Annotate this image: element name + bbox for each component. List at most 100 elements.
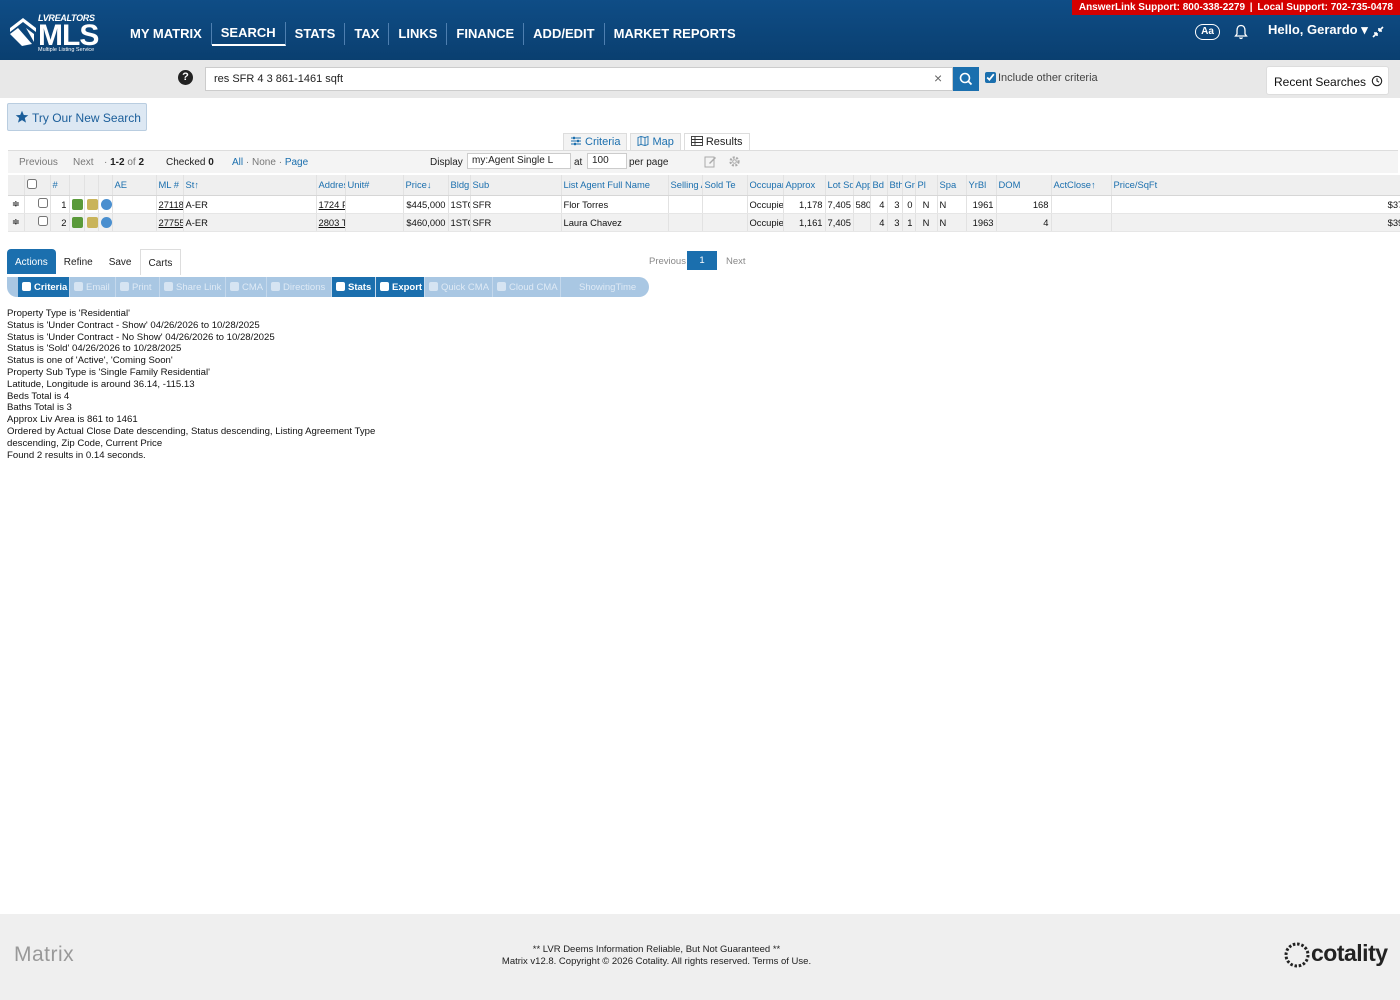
stats-button[interactable]: Stats	[332, 277, 376, 297]
col-occupancy[interactable]: Occupanc	[747, 175, 784, 196]
print-button[interactable]: Print	[116, 277, 160, 297]
nav-links[interactable]: LINKS	[389, 23, 448, 45]
row-checkbox-cell[interactable]	[24, 195, 51, 214]
recent-searches-button[interactable]: Recent Searches	[1266, 66, 1389, 95]
col-ml-number[interactable]: ML #	[156, 175, 184, 196]
col-ae[interactable]: AE	[112, 175, 157, 196]
ml-number-link[interactable]: 2775566	[156, 213, 184, 232]
row-price: $445,000	[403, 195, 449, 214]
criteria-action-button[interactable]: Criteria	[18, 277, 70, 297]
directions-button[interactable]: Directions	[267, 277, 332, 297]
per-page-select[interactable]: 100	[587, 153, 627, 169]
col-lot-sqft[interactable]: Lot Sqft	[825, 175, 854, 196]
photo-icon[interactable]	[69, 195, 85, 214]
col-address[interactable]: Address	[316, 175, 346, 196]
col-baths[interactable]: Bth	[887, 175, 903, 196]
col-status[interactable]: St↑	[183, 175, 317, 196]
select-none-link[interactable]: None	[252, 157, 276, 168]
col-price-sqft[interactable]: Price/SqFt	[1111, 175, 1400, 196]
select-all-checkbox[interactable]	[26, 178, 37, 189]
tab-criteria[interactable]: Criteria	[563, 133, 628, 150]
col-sold-terms[interactable]: Sold Te	[702, 175, 748, 196]
showingtime-button[interactable]: ShowingTime	[561, 277, 645, 297]
email-button[interactable]: Email	[70, 277, 116, 297]
collapse-icon[interactable]	[1370, 24, 1386, 40]
col-price[interactable]: Price↓	[403, 175, 449, 196]
try-new-search-button[interactable]: Try Our New Search	[7, 103, 147, 131]
star-icon	[15, 110, 29, 123]
col-number[interactable]: #	[50, 175, 70, 196]
col-bldg[interactable]: BldgDes	[448, 175, 471, 196]
footer-line-2[interactable]: Matrix v12.8. Copyright © 2026 Cotality.…	[400, 956, 913, 968]
nav-add-edit[interactable]: ADD/EDIT	[524, 23, 605, 45]
col-act-close[interactable]: ActClose↑	[1051, 175, 1112, 196]
drag-handle-icon[interactable]: ≑	[8, 213, 25, 232]
quick-search-input[interactable]	[205, 67, 953, 91]
help-icon[interactable]: ?	[178, 70, 193, 85]
row-number: 2	[50, 213, 70, 232]
ml-number-link[interactable]: 2711807	[156, 195, 184, 214]
nav-tax[interactable]: TAX	[345, 23, 390, 45]
col-unit[interactable]: Unit#	[345, 175, 404, 196]
select-page-link[interactable]: Page	[285, 157, 308, 168]
logo-house-icon	[10, 18, 36, 46]
search-button[interactable]	[953, 67, 979, 91]
tab-actions[interactable]: Actions	[7, 249, 56, 274]
row-checkbox[interactable]	[37, 216, 48, 226]
nav-search[interactable]: SEARCH	[211, 22, 286, 46]
document-icon[interactable]	[84, 213, 99, 232]
col-appa[interactable]: AppA	[853, 175, 871, 196]
toolbar-previous[interactable]: Previous	[19, 157, 58, 168]
display-select[interactable]: my:Agent Single L	[467, 153, 571, 169]
document-icon[interactable]	[84, 195, 99, 214]
nav-finance[interactable]: FINANCE	[447, 23, 525, 45]
col-approx[interactable]: Approx	[783, 175, 826, 196]
table-row[interactable]: ≑ 1 2711807 A-ER 1724 Palora AVE $445,00…	[8, 195, 1400, 214]
col-beds[interactable]: Bd	[870, 175, 888, 196]
address-link[interactable]: 1724 Palora AVE	[316, 195, 346, 214]
nav-stats[interactable]: STATS	[286, 23, 346, 45]
col-sub[interactable]: Sub	[470, 175, 562, 196]
photo-icon[interactable]	[69, 213, 85, 232]
tab-save[interactable]: Save	[101, 249, 140, 274]
font-size-button[interactable]: Aa	[1195, 24, 1220, 40]
quick-cma-button[interactable]: Quick CMA	[425, 277, 493, 297]
tab-carts[interactable]: Carts	[139, 249, 182, 275]
cma-button[interactable]: CMA	[226, 277, 267, 297]
col-pool[interactable]: Pl	[915, 175, 938, 196]
cloud-cma-button[interactable]: Cloud CMA	[493, 277, 561, 297]
col-select-all[interactable]	[24, 175, 51, 196]
gear-icon[interactable]	[728, 155, 741, 168]
col-year-built[interactable]: YrBl	[966, 175, 997, 196]
virtual-tour-icon[interactable]	[98, 195, 113, 214]
col-list-agent[interactable]: List Agent Full Name	[561, 175, 669, 196]
virtual-tour-icon[interactable]	[98, 213, 113, 232]
pager-current-page[interactable]: 1	[687, 251, 717, 270]
bell-icon[interactable]	[1233, 24, 1249, 40]
table-row[interactable]: ≑ 2 2775566 A-ER 2803 Talbot ST $460,000…	[8, 213, 1400, 232]
pager-previous[interactable]: Previous	[649, 256, 686, 267]
row-checkbox[interactable]	[37, 198, 48, 208]
export-button[interactable]: Export	[376, 277, 425, 297]
pager-next[interactable]: Next	[726, 256, 746, 267]
include-other-criteria-checkbox[interactable]	[985, 72, 996, 83]
edit-display-icon[interactable]	[704, 155, 717, 168]
share-link-button[interactable]: Share Link	[160, 277, 226, 297]
select-all-link[interactable]: All	[232, 157, 243, 168]
user-menu[interactable]: Hello, Gerardo ▾	[1268, 22, 1368, 38]
col-dom[interactable]: DOM	[996, 175, 1052, 196]
address-link[interactable]: 2803 Talbot ST	[316, 213, 346, 232]
tab-results[interactable]: Results	[683, 133, 750, 150]
col-garage[interactable]: Gr	[902, 175, 916, 196]
clear-search-icon[interactable]: ×	[934, 71, 942, 85]
col-selling-agent[interactable]: Selling Agent Full Name	[668, 175, 703, 196]
drag-handle-icon[interactable]: ≑	[8, 195, 25, 214]
row-checkbox-cell[interactable]	[24, 213, 51, 232]
tab-refine[interactable]: Refine	[56, 249, 101, 274]
col-spa[interactable]: Spa	[937, 175, 967, 196]
tab-map[interactable]: Map	[630, 133, 681, 150]
nav-market-reports[interactable]: MARKET REPORTS	[605, 23, 745, 45]
lvr-mls-logo[interactable]: LVREALTORS MLS Multiple Listing Service	[8, 12, 100, 54]
toolbar-next[interactable]: Next	[73, 157, 94, 168]
nav-my-matrix[interactable]: MY MATRIX	[121, 23, 212, 45]
